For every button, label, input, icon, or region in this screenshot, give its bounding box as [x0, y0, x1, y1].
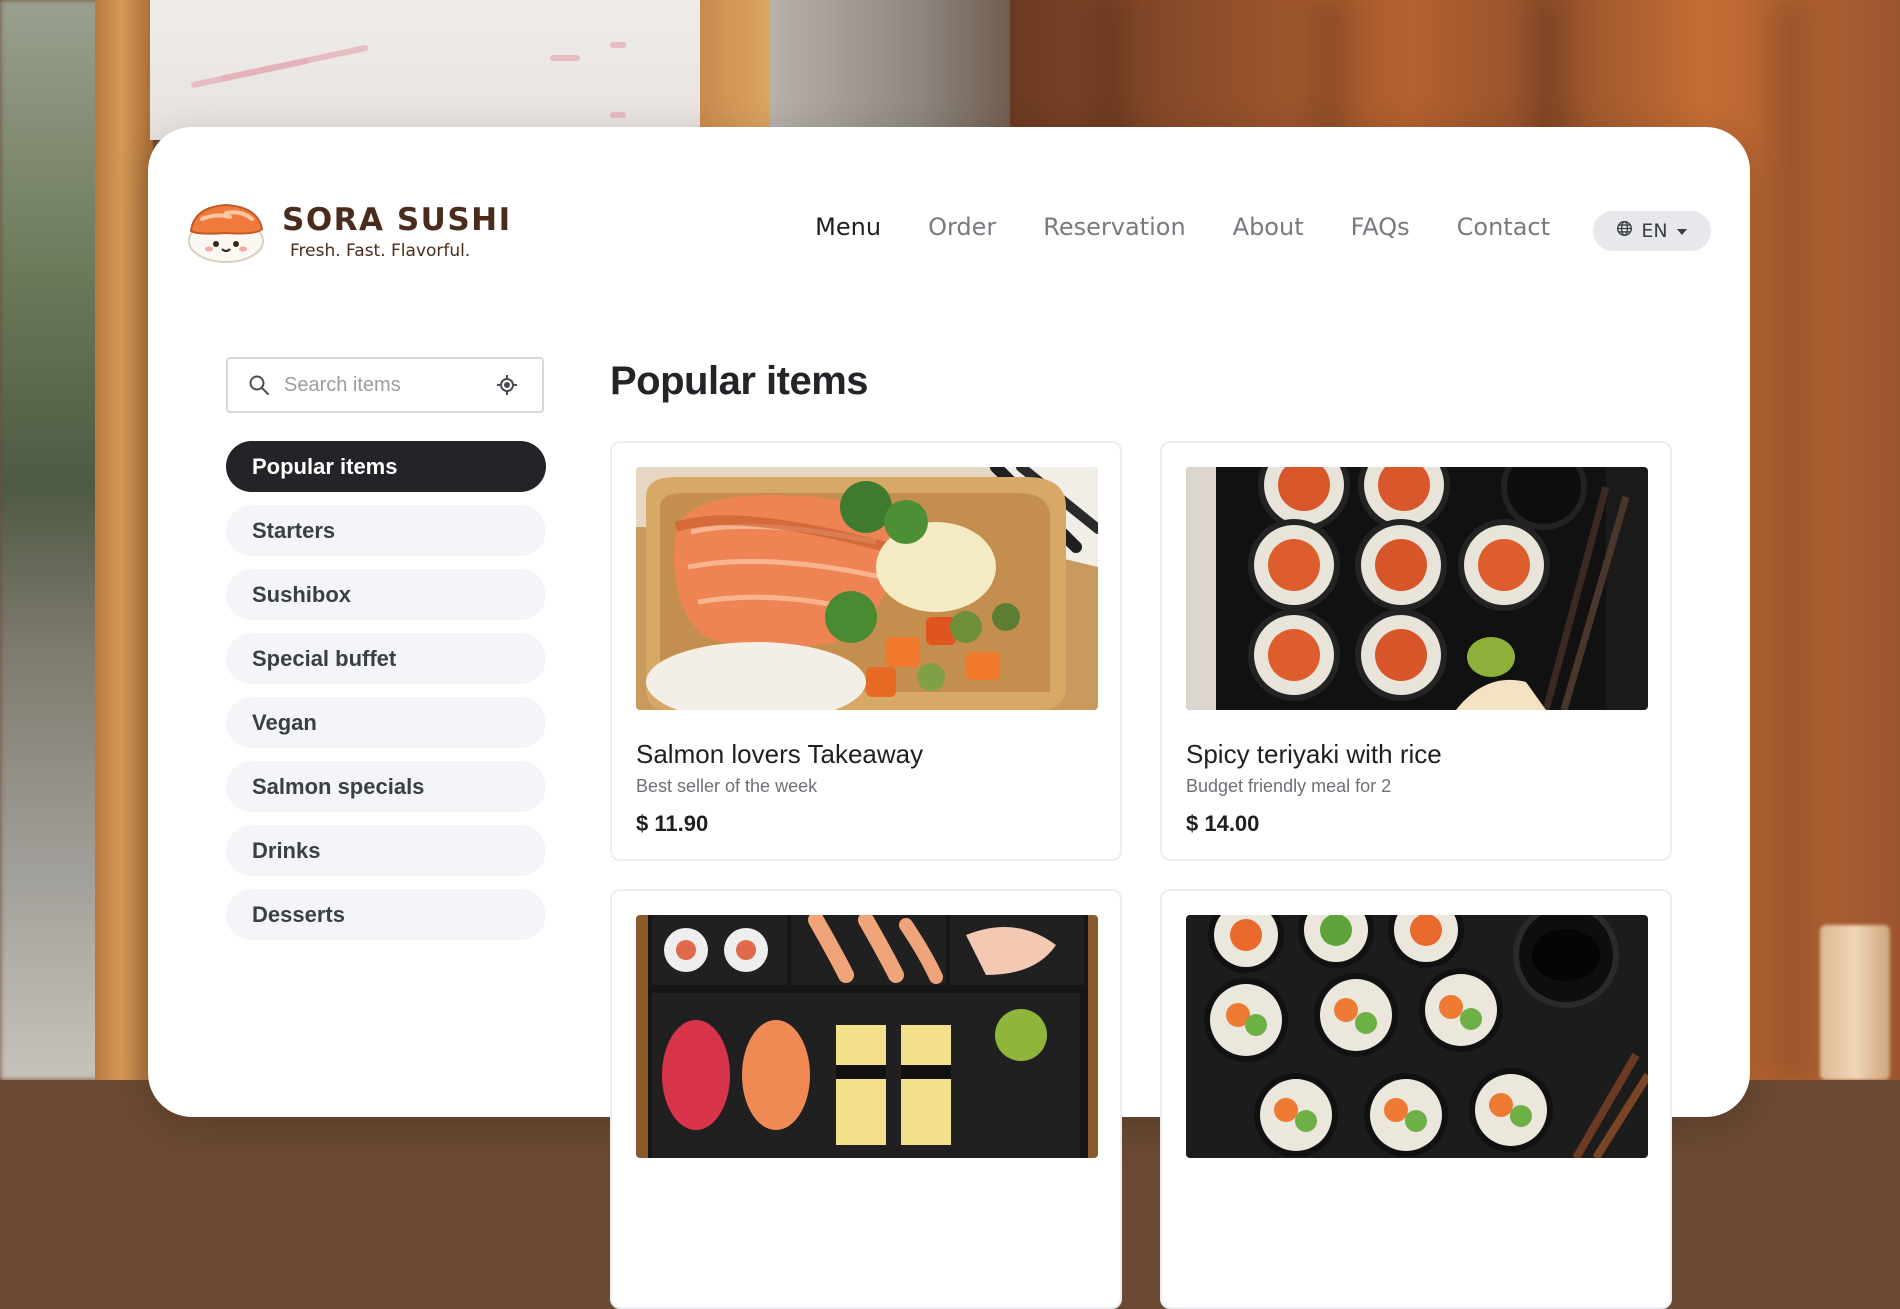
- sushi-box-photo: [636, 915, 1098, 1158]
- locate-icon[interactable]: [496, 374, 518, 396]
- veggie-maki-photo: [1186, 915, 1648, 1158]
- category-list: Popular items Starters Sushibox Special …: [226, 441, 546, 953]
- globe-icon: [1616, 220, 1633, 242]
- category-special-buffet[interactable]: Special buffet: [226, 633, 546, 684]
- category-desserts[interactable]: Desserts: [226, 889, 546, 940]
- item-price: $ 14.00: [1186, 811, 1260, 836]
- category-vegan[interactable]: Vegan: [226, 697, 546, 748]
- category-starters[interactable]: Starters: [226, 505, 546, 556]
- nav-item-contact[interactable]: Contact: [1457, 213, 1550, 241]
- section-title: Popular items: [610, 359, 869, 403]
- language-selector[interactable]: EN: [1593, 211, 1711, 251]
- menu-item-card[interactable]: Spicy teriyaki with rice Budget friendly…: [1160, 441, 1672, 861]
- menu-item-card[interactable]: [610, 889, 1122, 1309]
- nav-item-about[interactable]: About: [1233, 213, 1304, 241]
- item-description: Budget friendly meal for 2: [1186, 776, 1392, 796]
- item-price: $ 11.90: [636, 811, 709, 836]
- search-icon: [248, 374, 270, 396]
- search-input[interactable]: [282, 372, 496, 398]
- brand-name: SORA SUSHI: [282, 201, 512, 238]
- main-nav: Menu Order Reservation About FAQs Contac…: [815, 213, 1550, 241]
- nav-item-faqs[interactable]: FAQs: [1351, 213, 1410, 241]
- main-panel: SORA SUSHI Fresh. Fast. Flavorful. Menu …: [148, 127, 1750, 1309]
- category-salmon-specials[interactable]: Salmon specials: [226, 761, 546, 812]
- item-description: Best seller of the week: [636, 776, 818, 796]
- item-name: Salmon lovers Takeaway: [636, 739, 924, 769]
- item-name: Spicy teriyaki with rice: [1186, 739, 1442, 769]
- nav-item-menu[interactable]: Menu: [815, 213, 881, 241]
- search-box: [226, 357, 544, 413]
- nav-item-reservation[interactable]: Reservation: [1043, 213, 1185, 241]
- sushi-mascot-icon: [186, 197, 266, 265]
- language-code: EN: [1641, 220, 1668, 242]
- category-popular-items[interactable]: Popular items: [226, 441, 546, 492]
- nav-item-order[interactable]: Order: [928, 213, 996, 241]
- chevron-down-icon: [1676, 220, 1688, 242]
- category-sushibox[interactable]: Sushibox: [226, 569, 546, 620]
- menu-item-card[interactable]: [1160, 889, 1672, 1309]
- menu-item-card[interactable]: Salmon lovers Takeaway Best seller of th…: [610, 441, 1122, 861]
- spicy-maki-photo: [1186, 467, 1648, 710]
- brand-logo-link[interactable]: SORA SUSHI Fresh. Fast. Flavorful.: [186, 197, 512, 265]
- brand-tagline: Fresh. Fast. Flavorful.: [290, 240, 471, 261]
- salmon-bowl-photo: [636, 467, 1098, 710]
- category-drinks[interactable]: Drinks: [226, 825, 546, 876]
